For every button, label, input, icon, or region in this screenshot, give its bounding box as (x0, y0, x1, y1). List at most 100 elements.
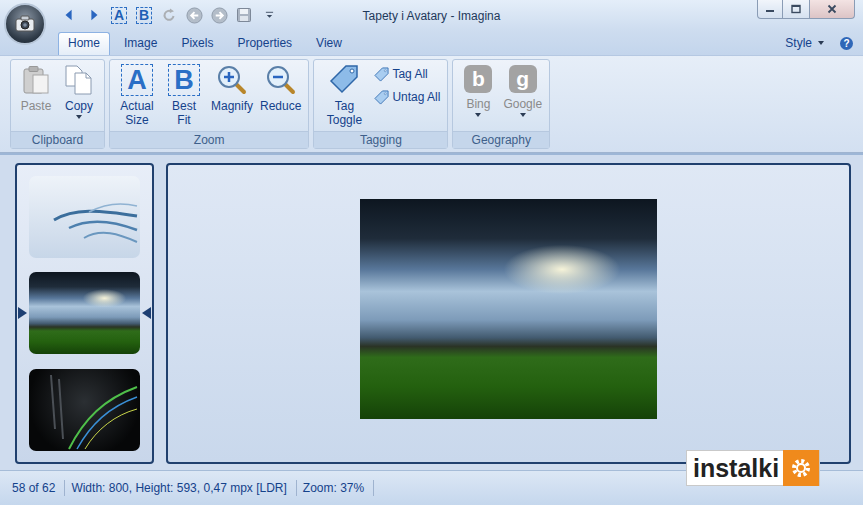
zoom-glyph-icon: A (111, 7, 127, 24)
ribbon: Paste Copy Clipboard A Actual Size B Best Fit M… (0, 55, 863, 153)
thumbnail-image[interactable] (29, 176, 140, 258)
quick-back-button[interactable] (58, 4, 80, 26)
bing-logo-icon: b (464, 65, 492, 93)
app-menu-button[interactable] (4, 3, 46, 45)
button-label[interactable]: Magnify (211, 99, 253, 113)
selection-arrow-icon (18, 307, 27, 319)
button-label[interactable]: Bing (466, 97, 490, 111)
next-icon (211, 7, 228, 24)
dropdown-arrow-icon (520, 113, 526, 117)
thumbnail[interactable] (17, 272, 152, 354)
thumbnail-strip (15, 163, 154, 464)
status-item: Zoom: 37% (297, 480, 374, 496)
button-label[interactable]: Paste (21, 99, 52, 113)
button-label[interactable]: Google (503, 97, 542, 111)
quick-glyph-button[interactable]: B (133, 4, 155, 26)
status-item: Width: 800, Height: 593, 0,47 mpx [LDR] (65, 480, 296, 496)
quick-previous-button[interactable] (183, 4, 205, 26)
documents-icon (63, 64, 95, 96)
photo[interactable] (360, 199, 657, 419)
dropdown-arrow-icon (475, 113, 481, 117)
tag-icon (328, 64, 360, 96)
ribbon-tab[interactable]: Home (58, 32, 110, 55)
minimize-icon (765, 4, 775, 14)
group-label: Geography (453, 131, 549, 148)
paste-button[interactable]: Paste (16, 62, 56, 113)
quick-save-button[interactable] (233, 4, 255, 26)
zoom-glyph-icon: A (121, 64, 153, 96)
group-label: Clipboard (11, 131, 104, 148)
copy-button[interactable]: Copy (59, 62, 99, 119)
previous-icon (186, 7, 203, 24)
camera-icon (13, 12, 37, 36)
save-icon (236, 7, 252, 23)
dropdown-arrow-icon (818, 41, 824, 45)
quick-glyph-button[interactable]: A (108, 4, 130, 26)
bing-button[interactable]: b Bing (458, 62, 498, 117)
title-bar: ABTapety i Avatary - Imagina (0, 0, 863, 31)
button-label[interactable]: Untag All (392, 90, 440, 105)
back-arrow-icon (62, 8, 76, 22)
help-button[interactable]: ? (840, 37, 853, 50)
maximize-button[interactable] (783, 0, 810, 19)
watermark: instalki (686, 450, 820, 486)
ribbon-tab[interactable]: View (306, 32, 352, 55)
button-label[interactable]: Copy (65, 99, 93, 113)
button-label[interactable]: Tag All (392, 67, 427, 82)
gear-icon (783, 450, 819, 486)
quick-rotate-button[interactable] (158, 4, 180, 26)
ribbon-tab[interactable]: Image (114, 32, 167, 55)
ribbon-tab[interactable]: Pixels (171, 32, 223, 55)
ribbon-group: Tag Toggle Tag All Untag All Tagging (313, 59, 448, 149)
ribbon-tab[interactable]: Properties (227, 32, 302, 55)
tag-all-button[interactable]: Tag All (372, 66, 442, 83)
dropdown-arrow-icon (76, 115, 82, 119)
untag-all-button[interactable]: Untag All (372, 89, 442, 106)
tag-icon (374, 67, 389, 82)
magnifier-plus-icon (216, 64, 248, 96)
quick-access-toolbar: AB (58, 3, 280, 27)
style-menu-label[interactable]: Style (785, 34, 812, 52)
quick-forward-button[interactable] (83, 4, 105, 26)
reduce-button[interactable]: Reduce (258, 62, 303, 113)
button-label[interactable]: Tag Toggle (321, 99, 367, 127)
thumbnail[interactable] (17, 369, 152, 451)
forward-arrow-icon (87, 8, 101, 22)
google-button[interactable]: gGoogle (501, 62, 544, 117)
ribbon-tabs: HomeImagePixelsPropertiesView Style? (0, 31, 863, 55)
minimize-button[interactable] (757, 0, 783, 19)
style-menu[interactable]: Style (785, 34, 824, 52)
best-fit-button[interactable]: B Best Fit (162, 62, 206, 127)
selection-arrow-icon (142, 307, 151, 319)
main-area (0, 153, 863, 470)
quick-customize-button[interactable] (258, 4, 280, 26)
quick-next-button[interactable] (208, 4, 230, 26)
close-icon (827, 4, 837, 14)
thumbnail-image[interactable] (29, 272, 140, 354)
button-label[interactable]: Actual Size (117, 99, 157, 127)
zoom-glyph-icon: B (136, 7, 152, 24)
group-label: Tagging (314, 131, 447, 148)
status-item: 58 of 62 (6, 480, 65, 496)
tag-toggle-button[interactable]: Tag Toggle (319, 62, 369, 127)
customize-icon (265, 9, 274, 21)
ribbon-group: b Bing gGoogle Geography (452, 59, 550, 149)
magnifier-minus-icon (265, 64, 297, 96)
maximize-icon (791, 4, 801, 14)
image-viewer (166, 163, 851, 464)
ribbon-group: A Actual Size B Best Fit Magnify Reduce Zoom (109, 59, 309, 149)
thumbnail[interactable] (17, 176, 152, 258)
button-label[interactable]: Best Fit (164, 99, 204, 127)
thumbnail-image[interactable] (29, 369, 140, 451)
ribbon-group: Paste Copy Clipboard (10, 59, 105, 149)
actual-size-button[interactable]: A Actual Size (115, 62, 159, 127)
zoom-glyph-icon: B (168, 64, 200, 96)
clipboard-icon (20, 64, 52, 96)
window-controls (757, 0, 855, 19)
close-button[interactable] (810, 0, 855, 19)
button-label[interactable]: Reduce (260, 99, 301, 113)
watermark-text: instalki (693, 452, 779, 484)
magnify-button[interactable]: Magnify (209, 62, 255, 113)
tag-icon (374, 90, 389, 105)
group-label: Zoom (110, 131, 308, 148)
